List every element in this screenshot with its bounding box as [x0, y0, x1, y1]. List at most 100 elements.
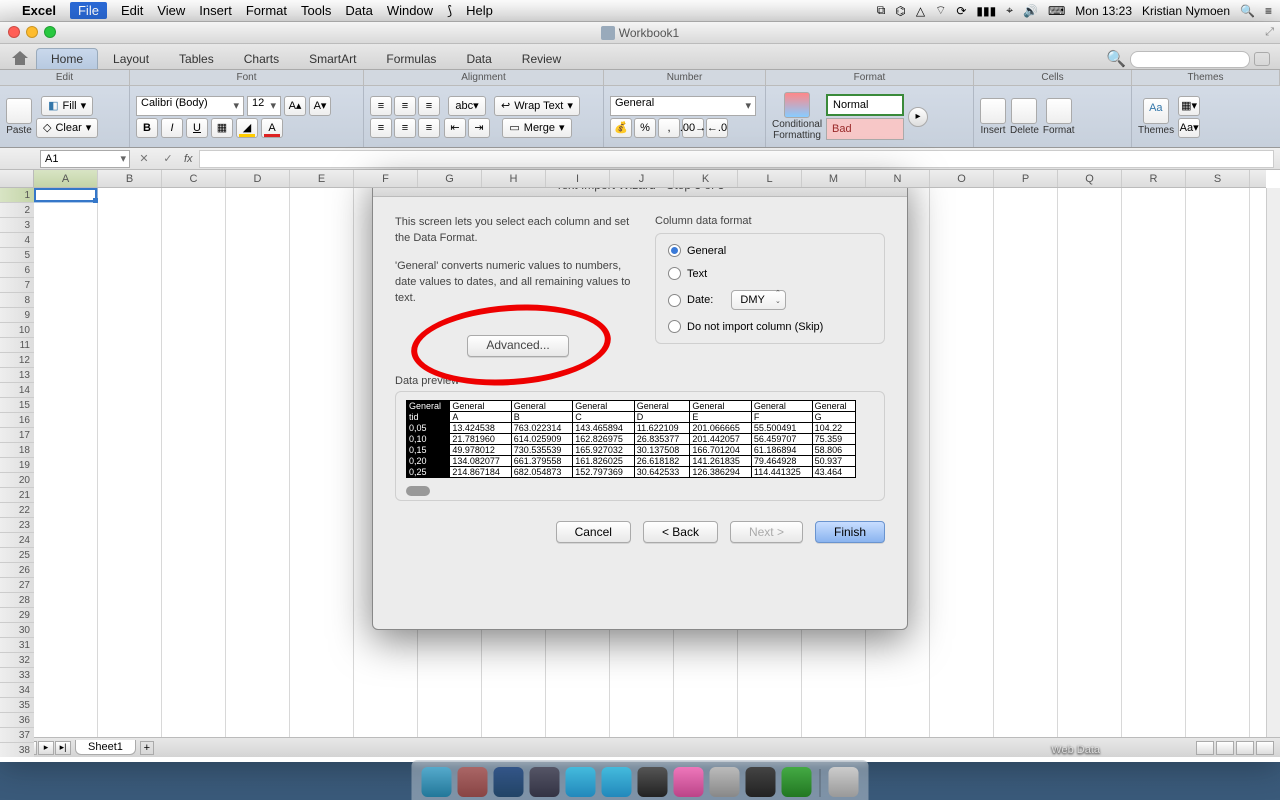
column-header[interactable]: L [738, 170, 802, 187]
radio-date[interactable]: Date: DMY [668, 290, 872, 310]
align-top-button[interactable]: ≡ [370, 96, 392, 116]
row-header[interactable]: 5 [0, 248, 34, 263]
insert-cells-button[interactable]: Insert [980, 98, 1006, 136]
wifi-icon[interactable]: ⌔ [935, 3, 946, 18]
preview-cell[interactable]: 152.797369 [573, 466, 634, 477]
preview-cell[interactable]: 50.937 [812, 455, 855, 466]
data-preview-table[interactable]: GeneralGeneralGeneralGeneralGeneralGener… [406, 400, 856, 478]
preview-header-cell[interactable]: General [573, 400, 634, 411]
column-header[interactable]: P [994, 170, 1058, 187]
menu-view[interactable]: View [157, 3, 185, 18]
preview-cell[interactable]: 30.137508 [634, 444, 690, 455]
menu-window[interactable]: Window [387, 3, 433, 18]
window-options-icon[interactable]: ⤢ [1265, 26, 1274, 39]
column-header[interactable]: I [546, 170, 610, 187]
menu-help[interactable]: Help [466, 3, 493, 18]
finish-button[interactable]: Finish [815, 521, 885, 543]
sheet-nav-next[interactable]: ▸ [38, 741, 54, 755]
radio-text[interactable]: Text [668, 267, 872, 280]
row-header[interactable]: 28 [0, 593, 34, 608]
preview-header-cell[interactable]: General [634, 400, 690, 411]
preview-cell[interactable]: 58.806 [812, 444, 855, 455]
tab-smartart[interactable]: SmartArt [294, 48, 371, 69]
wrap-text-button[interactable]: ↩Wrap Text▾ [494, 96, 580, 116]
preview-cell[interactable]: 21.781960 [450, 433, 511, 444]
dock-opera[interactable] [638, 767, 668, 797]
preview-cell[interactable]: 55.500491 [751, 422, 812, 433]
row-header[interactable]: 2 [0, 203, 34, 218]
sheet-tab[interactable]: Sheet1 [75, 740, 136, 755]
column-header[interactable]: A [34, 170, 98, 187]
preview-cell[interactable]: 61.186894 [751, 444, 812, 455]
row-header[interactable]: 25 [0, 548, 34, 563]
view-pagebreak-button[interactable] [1236, 741, 1254, 755]
preview-horizontal-scrollbar[interactable] [406, 486, 874, 496]
styles-more-button[interactable]: ▸ [908, 107, 928, 127]
indent-increase-button[interactable]: ⇥ [468, 118, 490, 138]
bluetooth-icon[interactable]: ⌖ [1006, 3, 1013, 18]
preview-header-cell[interactable]: General [812, 400, 855, 411]
align-bottom-button[interactable]: ≡ [418, 96, 440, 116]
currency-button[interactable]: 💰 [610, 118, 632, 138]
menu-tools[interactable]: Tools [301, 3, 331, 18]
active-cell[interactable] [34, 188, 97, 202]
sync-icon[interactable]: ⟳ [956, 4, 966, 18]
input-icon[interactable]: ⌨ [1048, 4, 1065, 18]
align-left-button[interactable]: ≡ [370, 118, 392, 138]
view-zoom-button[interactable] [1256, 741, 1274, 755]
column-header[interactable]: K [674, 170, 738, 187]
dropbox-icon[interactable]: ⌬ [895, 4, 905, 18]
preview-cell[interactable]: 614.025909 [511, 433, 572, 444]
drive-icon[interactable]: △ [916, 4, 925, 18]
preview-cell[interactable]: 214.867184 [450, 466, 511, 477]
conditional-formatting-button[interactable]: Conditional Formatting [772, 92, 822, 141]
fill-button[interactable]: ◧Fill▾ [41, 96, 93, 116]
preview-cell[interactable]: 134.082077 [450, 455, 511, 466]
row-header[interactable]: 38 [0, 743, 34, 757]
preview-cell[interactable]: 0,05 [407, 422, 450, 433]
preview-cell[interactable]: 104.22 [812, 422, 855, 433]
align-middle-button[interactable]: ≡ [394, 96, 416, 116]
tab-review[interactable]: Review [507, 48, 576, 69]
row-header[interactable]: 34 [0, 683, 34, 698]
row-header[interactable]: 14 [0, 383, 34, 398]
row-header[interactable]: 20 [0, 473, 34, 488]
preview-cell[interactable]: D [634, 411, 690, 422]
cancel-formula-button[interactable]: ✕ [134, 150, 154, 168]
preview-cell[interactable]: 0,10 [407, 433, 450, 444]
menu-edit[interactable]: Edit [121, 3, 143, 18]
row-header[interactable]: 24 [0, 533, 34, 548]
row-header[interactable]: 16 [0, 413, 34, 428]
preview-header-cell[interactable]: General [511, 400, 572, 411]
percent-button[interactable]: % [634, 118, 656, 138]
menu-format[interactable]: Format [246, 3, 287, 18]
column-header[interactable]: E [290, 170, 354, 187]
column-header[interactable]: M [802, 170, 866, 187]
preview-cell[interactable]: 0,15 [407, 444, 450, 455]
view-normal-button[interactable] [1196, 741, 1214, 755]
ribbon-collapse-button[interactable] [1254, 52, 1270, 66]
row-header[interactable]: 17 [0, 428, 34, 443]
dock-app-2[interactable] [494, 767, 524, 797]
minimize-window-button[interactable] [26, 26, 38, 38]
app-name[interactable]: Excel [22, 3, 56, 18]
column-header[interactable]: C [162, 170, 226, 187]
font-name-select[interactable]: Calibri (Body) [136, 96, 244, 116]
themes-button[interactable]: AaThemes [1138, 98, 1174, 136]
dock-messages[interactable] [602, 767, 632, 797]
dock-terminal[interactable] [746, 767, 776, 797]
delete-cells-button[interactable]: Delete [1010, 98, 1039, 136]
dock-trash[interactable] [829, 767, 859, 797]
preview-cell[interactable]: 162.826975 [573, 433, 634, 444]
menu-insert[interactable]: Insert [199, 3, 232, 18]
preview-cell[interactable]: 79.464928 [751, 455, 812, 466]
formula-input[interactable] [199, 150, 1274, 168]
dock-excel[interactable] [782, 767, 812, 797]
preview-cell[interactable]: 141.261835 [690, 455, 751, 466]
tab-tables[interactable]: Tables [164, 48, 229, 69]
row-header[interactable]: 36 [0, 713, 34, 728]
style-normal[interactable]: Normal [826, 94, 904, 116]
preview-cell[interactable]: 730.535539 [511, 444, 572, 455]
preview-cell[interactable]: F [751, 411, 812, 422]
preview-cell[interactable]: 26.618182 [634, 455, 690, 466]
